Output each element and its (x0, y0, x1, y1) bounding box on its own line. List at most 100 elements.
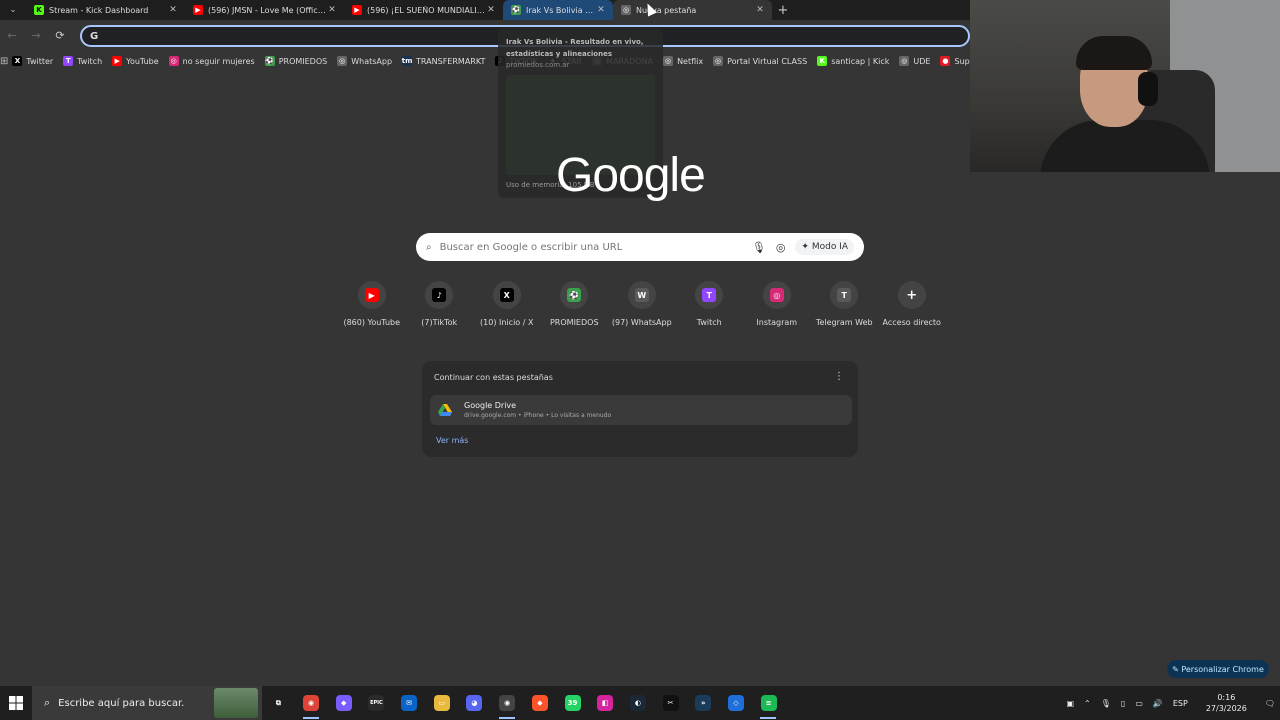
shortcut-tile[interactable]: ◎ Instagram (743, 281, 811, 327)
reload-button[interactable]: ⟳ (48, 29, 72, 42)
taskbar-capcut-button[interactable]: ✂ (654, 686, 687, 720)
bookmark-item[interactable]: ●Super (936, 56, 970, 66)
apps-grid-icon[interactable]: ⊞ (0, 56, 8, 67)
ai-mode-button[interactable]: ✦ Modo IA (795, 239, 854, 255)
close-tab-icon[interactable]: ✕ (595, 5, 607, 15)
bookmark-item[interactable]: ◎ Portal Virtual CLASS (709, 56, 813, 66)
bookmark-label: Twitch (77, 56, 103, 66)
shortcut-label: (860) YouTube (343, 318, 401, 327)
bookmark-item[interactable]: X Twitter (8, 56, 59, 66)
bookmark-item[interactable]: tm TRANSFERMARKT (398, 56, 491, 66)
battery-icon[interactable]: ▯ (1121, 699, 1125, 708)
bookmark-item[interactable]: T Twitch (59, 56, 108, 66)
new-tab-button[interactable]: + (772, 0, 794, 20)
item-subtitle: drive.google.com • iPhone • Lo visitas a… (464, 412, 612, 419)
taskbar-brave-button[interactable]: ◆ (524, 686, 557, 720)
taskbar-epic-button[interactable]: EPIC (360, 686, 393, 720)
bookmark-item[interactable]: ◎ WhatsApp (333, 56, 398, 66)
language-indicator[interactable]: ESP (1173, 699, 1188, 708)
shortcut-circle: + (897, 281, 926, 309)
tab-irak-bolivia[interactable]: ⚽ Irak Vs Bolivia - R ✕ (503, 0, 613, 20)
taskbar-whatsapp-button[interactable]: 39 (556, 686, 589, 720)
clock-date: 27/3/2026 (1205, 704, 1247, 713)
customize-chrome-button[interactable]: ✎ Personalizar Chrome (1167, 660, 1269, 678)
shortcut-tile[interactable]: ▶ (860) YouTube (338, 281, 406, 327)
shortcut-favicon-icon: ⚽ (567, 288, 582, 302)
close-tab-icon[interactable]: ✕ (326, 5, 338, 15)
more-vert-icon[interactable]: ⋮ (834, 371, 844, 382)
taskbar-mail-button[interactable]: ✉ (393, 686, 426, 720)
notification-icon[interactable]: 🗨 (1265, 699, 1275, 708)
see-more-link[interactable]: Ver más (436, 436, 468, 445)
taskbar-spotify-button[interactable]: ≡ (752, 686, 785, 720)
shortcut-favicon-icon: X (499, 288, 514, 302)
shortcut-circle: ♪ (425, 281, 454, 309)
tray-chevron-up-icon[interactable]: ⌃ (1084, 699, 1091, 708)
bookmark-item[interactable]: ◎ UDE (895, 56, 936, 66)
tab-new-tab[interactable]: ◎ Nueva pestaña ✕ (613, 0, 772, 20)
shortcut-tile[interactable]: T Telegram Web (811, 281, 879, 327)
taskbar-chrome-alt-button[interactable]: ◉ (491, 686, 524, 720)
kick-icon: K (34, 5, 44, 15)
bookmark-favicon-icon: ● (940, 56, 951, 66)
forward-button[interactable]: → (24, 29, 48, 42)
tab-kick-dashboard[interactable]: K Stream - Kick Dashboard ✕ (26, 0, 185, 20)
search-input[interactable] (439, 241, 742, 253)
clock[interactable]: 0:16 27/3/2026 (1201, 692, 1252, 714)
shortcut-label: Telegram Web (815, 318, 873, 327)
tray-app-icon[interactable]: ▣ (1066, 699, 1074, 708)
microphone-icon[interactable]: 🎙 (1101, 699, 1111, 708)
network-icon[interactable]: ▭ (1135, 699, 1143, 708)
windows-start-button[interactable] (0, 696, 32, 710)
epic-icon: EPIC (368, 695, 385, 711)
taskbar-copilot-button[interactable]: ◆ (327, 686, 360, 720)
tab-jmsn-youtube[interactable]: ▶ (596) JMSN - Love Me (Official ✕ (185, 0, 344, 20)
tab-title: Stream - Kick Dashboard (49, 5, 149, 15)
bookmark-item[interactable]: ⚽ PROMIEDOS (261, 56, 334, 66)
shortcut-label: PROMIEDOS (549, 318, 599, 327)
bookmark-favicon-icon: K (817, 56, 828, 66)
taskbar-chrome-button[interactable]: ◉ (295, 686, 328, 720)
bookmark-label: Portal Virtual CLASS (727, 56, 808, 66)
close-tab-icon[interactable]: ✕ (485, 5, 497, 15)
shortcut-circle: ▶ (357, 281, 386, 309)
hover-url: promiedos.com.ar (506, 61, 570, 69)
shortcut-tile[interactable]: ⚽ PROMIEDOS (541, 281, 609, 327)
bookmark-item[interactable]: ◎ Netflix (659, 56, 709, 66)
taskbar-app-pink-button[interactable]: ◧ (589, 686, 622, 720)
brave-icon: ◆ (531, 695, 548, 711)
shortcut-tile[interactable]: X (10) Inicio / X (473, 281, 541, 327)
taskbar-search[interactable]: ⌕ Escribe aquí para buscar. (32, 686, 262, 720)
bookmark-item[interactable]: Ksanticap | Kick (813, 56, 895, 66)
taskbar-steam-button[interactable]: ◐ (622, 686, 655, 720)
taskbar-discord-button[interactable]: ◕ (458, 686, 491, 720)
google-logo: Google (556, 149, 706, 202)
bookmark-item[interactable]: ◎ no seguir mujeres (165, 56, 261, 66)
chrome-alt-icon: ◉ (499, 695, 516, 711)
shortcut-tile[interactable]: W (97) WhatsApp (608, 281, 676, 327)
shortcut-favicon-icon: T (837, 288, 852, 302)
system-tray: ▣ ⌃ 🎙 ▯ ▭ 🔊 ESP 0:16 27/3/2026 🗨 (1061, 686, 1280, 720)
tab-search-chevron-down-icon[interactable]: ⌄ (0, 0, 26, 20)
microphone-icon[interactable]: 🎙 (752, 241, 766, 254)
taskbar-terminal-button[interactable]: » (687, 686, 720, 720)
close-tab-icon[interactable]: ✕ (754, 5, 766, 15)
taskbar-explorer-button[interactable]: ▭ (425, 686, 458, 720)
tab-sueno-mundialista[interactable]: ▶ (596) ¡EL SUEÑO MUNDIALISTA ✕ (344, 0, 503, 20)
shortcut-label: Twitch (696, 318, 722, 327)
volume-icon[interactable]: 🔊 (1153, 699, 1163, 708)
taskbar-shield-button[interactable]: ◇ (720, 686, 753, 720)
google-drive-item[interactable]: Google Drive drive.google.com • iPhone •… (430, 395, 852, 425)
back-button[interactable]: ← (0, 29, 24, 42)
shortcut-tile[interactable]: + Acceso directo (878, 281, 946, 327)
youtube-icon: ▶ (193, 5, 203, 15)
close-tab-icon[interactable]: ✕ (167, 5, 179, 15)
google-lens-icon[interactable]: ◎ (776, 241, 786, 254)
google-search-box[interactable]: ⌕ 🎙 ◎ ✦ Modo IA (416, 233, 864, 261)
shortcut-tile[interactable]: T Twitch (676, 281, 744, 327)
taskbar-task-view-button[interactable]: ⧉ (262, 686, 295, 720)
shortcut-tile[interactable]: ♪ (7)TikTok (406, 281, 474, 327)
bookmark-item[interactable]: ▶ YouTube (108, 56, 165, 66)
tab-title: (596) JMSN - Love Me (Official (208, 5, 326, 15)
bookmark-favicon-icon: T (63, 56, 74, 66)
